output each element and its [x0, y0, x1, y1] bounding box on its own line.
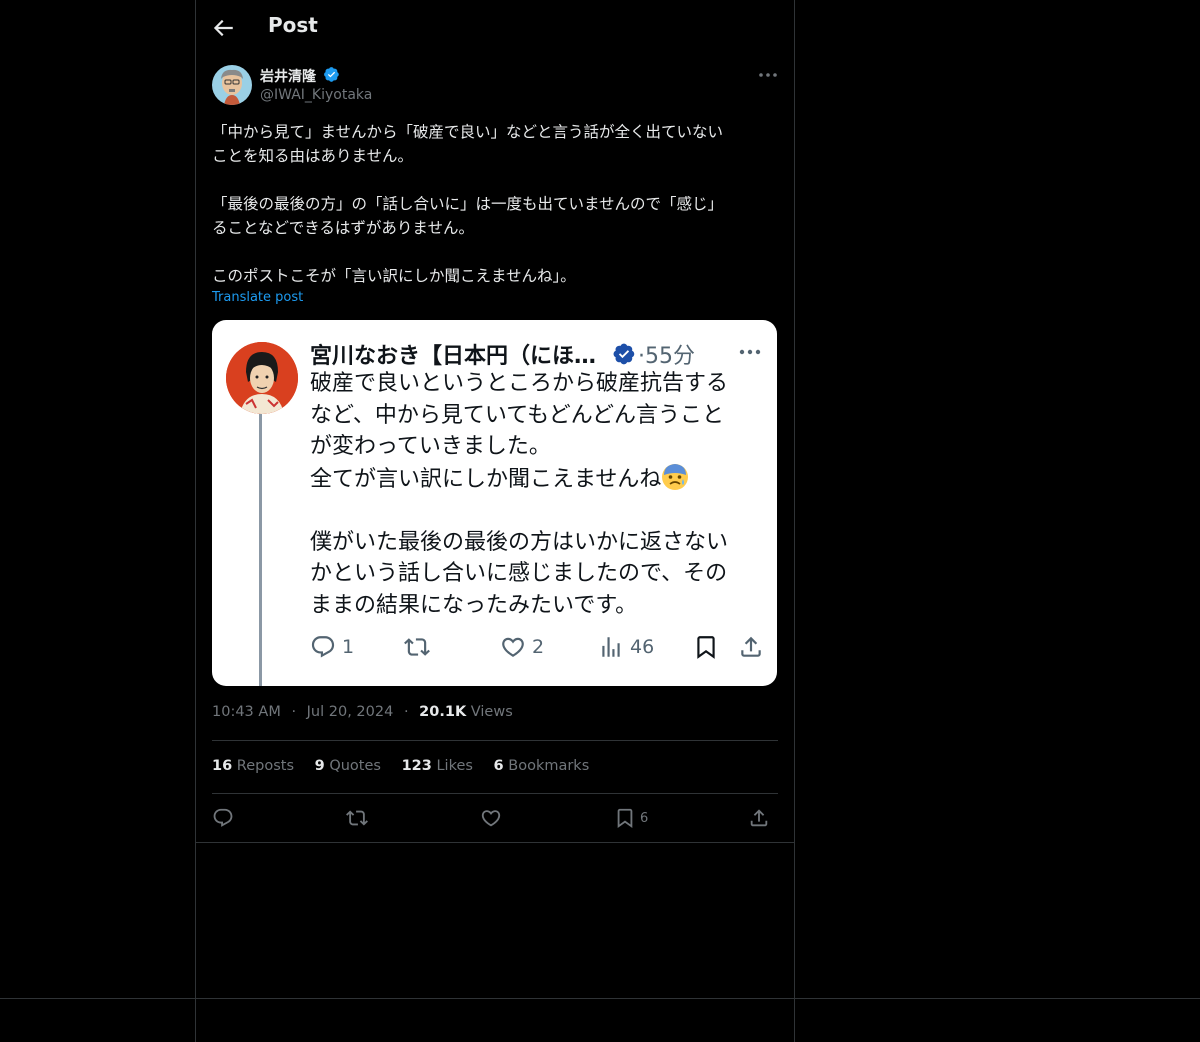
repost-button[interactable] — [346, 804, 368, 832]
embedded-verified-badge-icon — [613, 343, 635, 365]
embedded-display-name: 宮川なおき【日本円（にほ… — [310, 344, 597, 369]
quotes-label: Quotes — [329, 758, 381, 774]
embedded-screenshot-image[interactable]: 宮川なおき【日本円（にほ… ·55分 破産で良いというところから破産抗告する な… — [212, 320, 777, 686]
embedded-reply-count: 1 — [342, 636, 355, 658]
embedded-action-bar: 1 2 46 — [310, 632, 770, 662]
embedded-text-line: 全てが言い訳にしか聞こえませんね — [310, 463, 770, 496]
like-icon — [502, 637, 524, 657]
bookmarks-stat[interactable]: 6 Bookmarks — [494, 758, 590, 774]
bookmarks-label: Bookmarks — [508, 758, 590, 774]
reply-icon — [213, 808, 233, 827]
more-options-button[interactable] — [756, 66, 780, 84]
embedded-share — [738, 632, 764, 662]
back-button[interactable] — [210, 15, 236, 41]
right-column-border — [794, 0, 795, 1042]
verified-badge-icon — [324, 67, 339, 82]
bookmark-icon — [697, 636, 715, 659]
post-text-line: ことを知る由はありません。 — [212, 147, 414, 165]
anxious-face-emoji-icon — [662, 463, 689, 490]
embedded-text-line: 僕がいた最後の最後の方はいかに返さない — [310, 529, 729, 555]
more-icon — [759, 73, 777, 77]
embedded-view-count: 46 — [630, 636, 655, 658]
views-label: Views — [470, 704, 513, 720]
post-text-line: 「中から見て」ませんから「破産で良い」などと言う話が全く出ていない — [212, 123, 724, 141]
embedded-views: 46 — [598, 632, 654, 662]
page-title: Post — [268, 13, 318, 37]
repost-icon — [346, 810, 368, 826]
post-text-line: ることなどできるはずがありません。 — [212, 219, 474, 237]
embedded-bookmark — [693, 632, 719, 662]
repost-icon — [404, 638, 430, 656]
embedded-text-line: かという話し合いに感じましたので、その — [310, 561, 728, 586]
reply-icon — [311, 636, 335, 658]
embedded-like: 2 — [500, 632, 544, 662]
embedded-timestamp: ·55分 — [638, 344, 695, 369]
author-display-name[interactable]: 岩井清隆 — [260, 66, 316, 86]
post-metadata: 10:43 AM · Jul 20, 2024 · 20.1K Views — [212, 704, 513, 720]
thread-line — [259, 408, 262, 686]
like-button[interactable] — [480, 804, 502, 832]
post-date[interactable]: Jul 20, 2024 — [307, 704, 394, 720]
embedded-post-text: 破産で良いというところから破産抗告する など、中から見ていてもどんどん言うこと … — [310, 368, 770, 621]
bottom-divider — [0, 998, 1200, 999]
embedded-like-count: 2 — [532, 636, 545, 658]
action-bar: 6 — [212, 804, 778, 832]
reposts-stat[interactable]: 16 Reposts — [212, 758, 294, 774]
share-button[interactable] — [748, 804, 770, 832]
author-avatar-image — [212, 65, 252, 105]
bookmark-button[interactable]: 6 — [614, 804, 648, 832]
likes-stat[interactable]: 123 Likes — [402, 758, 473, 774]
likes-label: Likes — [436, 758, 473, 774]
embedded-repost — [404, 632, 430, 662]
author-handle[interactable]: @IWAI_Kiyotaka — [260, 87, 372, 103]
share-icon — [741, 636, 761, 657]
post-text: 「中から見て」ませんから「破産で良い」などと言う話が全く出ていない ことを知る由… — [212, 120, 778, 288]
back-arrow-icon — [213, 19, 233, 37]
bookmark-icon — [617, 808, 633, 829]
bookmarks-count: 6 — [493, 758, 504, 774]
embedded-text-fragment: 全てが言い訳にしか聞こえませんね — [310, 466, 662, 492]
views-count: 20.1K — [419, 704, 467, 720]
meta-separator: · — [291, 704, 297, 720]
post-time[interactable]: 10:43 AM — [212, 704, 281, 720]
reposts-label: Reposts — [236, 758, 295, 774]
views-icon — [602, 637, 620, 657]
embedded-text-line: ままの結果になったみたいです。 — [310, 592, 638, 618]
divider — [212, 740, 778, 741]
quotes-count: 9 — [314, 758, 325, 774]
embedded-avatar-image — [226, 342, 298, 414]
post-text-line: このポストこそが「言い訳にしか聞こえませんね」。 — [212, 267, 576, 285]
embedded-text-line: 破産で良いというところから破産抗告する — [310, 371, 729, 396]
meta-separator: · — [403, 704, 409, 720]
page-header: Post — [196, 0, 794, 54]
engagement-stats: 16 Reposts 9 Quotes 123 Likes 6 Bookmark… — [212, 758, 605, 774]
author-avatar[interactable] — [212, 65, 252, 105]
embedded-reply: 1 — [310, 632, 354, 662]
translate-post-link[interactable]: Translate post — [212, 290, 303, 305]
embedded-more-icon — [739, 349, 761, 355]
reposts-count: 16 — [212, 758, 233, 774]
like-icon — [481, 810, 501, 827]
share-icon — [750, 809, 768, 827]
post-detail-column: Post 岩井清隆 @IWAI_Kiyotaka 「中から見て」ませんから「破産… — [196, 0, 794, 843]
reply-button[interactable] — [212, 804, 234, 832]
divider — [212, 793, 778, 794]
embedded-avatar — [226, 342, 298, 414]
embedded-text-line: が変わっていきました。 — [310, 434, 551, 459]
embedded-text-line: など、中から見ていてもどんどん言うこと — [310, 402, 725, 428]
bookmark-count: 6 — [640, 810, 649, 826]
post-text-line: 「最後の最後の方」の「話し合いに」は一度も出ていませんので「感じ」 — [212, 195, 724, 213]
likes-count: 123 — [401, 758, 432, 774]
quotes-stat[interactable]: 9 Quotes — [315, 758, 381, 774]
